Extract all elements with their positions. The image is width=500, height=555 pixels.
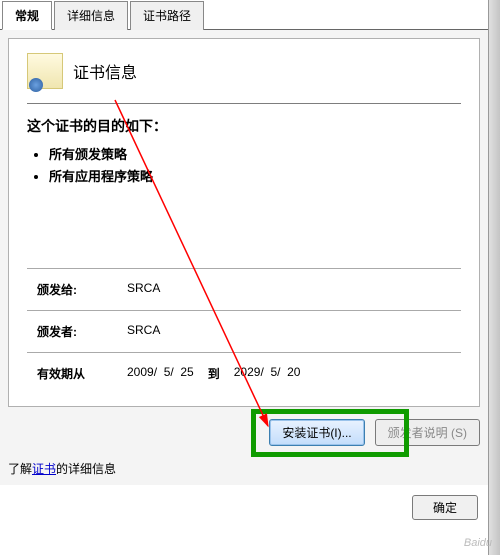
dialog-tab-strip: 常规 详细信息 证书路径 <box>0 0 488 30</box>
validity-row: 有效期从 2009/ 5/ 25 到 2029/ 5/ 20 <box>27 352 461 394</box>
certificate-icon <box>27 53 63 89</box>
issuer-row: 颁发者: SRCA <box>27 310 461 352</box>
issuer-statement-button[interactable]: 颁发者说明 (S) <box>375 419 480 446</box>
link-suffix: 的详细信息 <box>56 462 116 476</box>
valid-from-label: 有效期从 <box>37 365 127 382</box>
cert-info-box: 证书信息 这个证书的目的如下： 所有颁发策略 所有应用程序策略 颁发给: SRC… <box>8 38 480 407</box>
purpose-list: 所有颁发策略 所有应用程序策略 <box>49 144 461 185</box>
tab-cert-path[interactable]: 证书路径 <box>130 1 204 30</box>
window-right-edge <box>488 0 500 555</box>
tab-content: 证书信息 这个证书的目的如下： 所有颁发策略 所有应用程序策略 颁发给: SRC… <box>0 30 488 485</box>
valid-from-value: 2009/ 5/ 25 <box>127 365 194 382</box>
purpose-item: 所有应用程序策略 <box>49 166 461 185</box>
issued-to-label: 颁发给: <box>37 281 127 298</box>
issuer-value: SRCA <box>127 323 457 340</box>
valid-to-value: 2029/ 5/ 20 <box>234 365 301 382</box>
issued-to-value: SRCA <box>127 281 457 298</box>
issued-to-row: 颁发给: SRCA <box>27 268 461 310</box>
link-prefix: 了解 <box>8 462 32 476</box>
learn-more-row: 了解证书的详细信息 <box>8 460 480 477</box>
watermark: Baidu <box>464 537 492 549</box>
cert-header: 证书信息 <box>27 53 461 89</box>
ok-button[interactable]: 确定 <box>412 495 478 520</box>
purpose-heading: 这个证书的目的如下： <box>27 116 461 136</box>
purpose-item: 所有颁发策略 <box>49 144 461 163</box>
valid-to-label: 到 <box>208 365 220 382</box>
tab-details[interactable]: 详细信息 <box>54 1 128 30</box>
cert-info-title: 证书信息 <box>73 59 137 83</box>
certificate-help-link[interactable]: 证书 <box>32 462 56 476</box>
dialog-footer: 确定 <box>0 485 488 520</box>
tab-general[interactable]: 常规 <box>2 1 52 30</box>
button-row: 安装证书(I)... 颁发者说明 (S) <box>8 419 480 446</box>
install-certificate-button[interactable]: 安装证书(I)... <box>269 419 364 446</box>
issuer-label: 颁发者: <box>37 323 127 340</box>
